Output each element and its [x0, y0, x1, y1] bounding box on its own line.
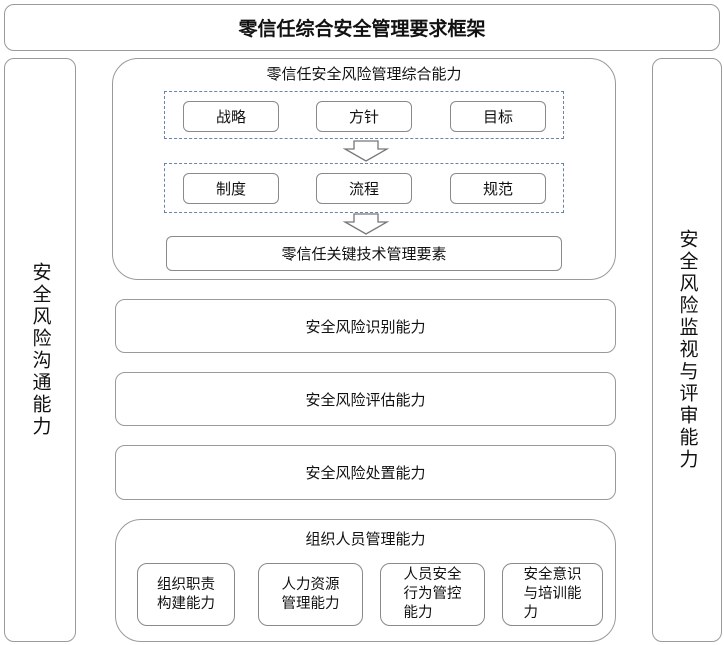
leaf-policy-label: 方针 [348, 108, 379, 126]
capability-identification-label: 安全风险识别能力 [305, 317, 426, 336]
right-column-label: 安全风险监视与评审能力 [676, 229, 699, 471]
org-item-behavior: 人员安全 行为管控 能力 [380, 563, 485, 626]
capability-treatment-label: 安全风险处置能力 [305, 464, 426, 482]
org-item-3-line-3: 能力 [403, 605, 433, 621]
left-column-label: 安全风险沟通能力 [29, 262, 52, 438]
leaf-goal-label: 目标 [482, 108, 513, 126]
org-item-awareness: 安全意识 与培训能 力 [502, 563, 603, 626]
leaf-process: 流程 [316, 173, 412, 204]
leaf-system: 制度 [183, 173, 279, 204]
key-technology-label: 零信任关键技术管理要素 [281, 245, 447, 263]
org-item-1-line-1: 组织职责 [157, 576, 215, 593]
org-group-title: 组织人员管理能力 [305, 530, 426, 548]
framework-title-text: 零信任综合安全管理要求框架 [238, 18, 486, 40]
org-item-3-line-2: 行为管控 [403, 586, 462, 602]
capability-assessment: 安全风险评估能力 [115, 372, 616, 426]
leaf-goal: 目标 [450, 101, 546, 132]
left-column-communication: 安全风险沟通能力 [4, 58, 76, 642]
leaf-system-label: 制度 [215, 180, 246, 198]
org-item-2-line-2: 管理能力 [281, 595, 340, 612]
org-item-3-line-1: 人员安全 [403, 567, 462, 583]
org-item-hr: 人力资源 管理能力 [258, 563, 363, 626]
right-column-monitoring: 安全风险监视与评审能力 [652, 58, 722, 642]
capability-identification: 安全风险识别能力 [115, 299, 616, 353]
org-item-4-line-1: 安全意识 [523, 567, 582, 583]
leaf-standard: 规范 [450, 173, 546, 204]
down-arrow-2 [343, 213, 389, 235]
leaf-process-label: 流程 [348, 180, 379, 198]
capability-treatment: 安全风险处置能力 [115, 445, 616, 500]
org-item-2-line-1: 人力资源 [281, 576, 340, 593]
leaf-standard-label: 规范 [482, 180, 513, 198]
down-arrow-1 [343, 140, 389, 162]
leaf-strategy-label: 战略 [215, 108, 246, 126]
capability-assessment-label: 安全风险评估能力 [305, 390, 426, 409]
key-technology-elements: 零信任关键技术管理要素 [166, 236, 562, 271]
org-item-1-line-2: 构建能力 [157, 595, 215, 612]
org-item-4-line-3: 力 [523, 605, 539, 621]
org-item-responsibility: 组织职责 构建能力 [137, 563, 235, 626]
leaf-strategy: 战略 [183, 101, 279, 132]
leaf-policy: 方针 [316, 101, 412, 132]
org-item-4-line-2: 与培训能 [523, 586, 582, 602]
framework-title: 零信任综合安全管理要求框架 [4, 4, 720, 51]
top-group-title: 零信任安全风险管理综合能力 [266, 65, 462, 83]
